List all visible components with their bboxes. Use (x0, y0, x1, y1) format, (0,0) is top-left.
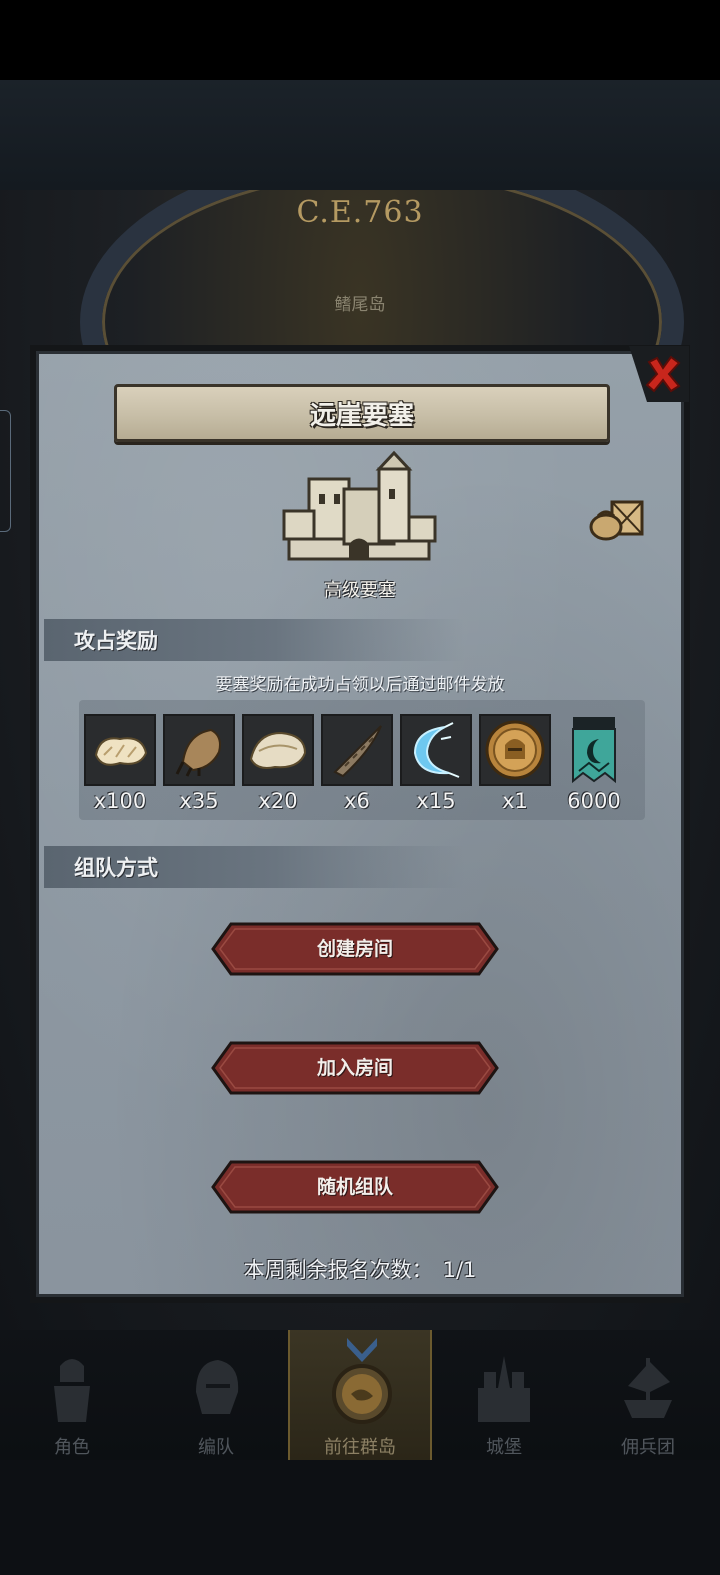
navigation-bar-bg (0, 1460, 720, 1575)
random-team-label: 随机组队 (316, 1176, 393, 1198)
nav-item-character[interactable]: 角色 (0, 1330, 144, 1460)
beast-claw-icon (175, 728, 221, 777)
dialog-title: 远崖要塞 (309, 400, 414, 431)
reward-quantity: x15 (416, 789, 456, 813)
reward-slot (242, 714, 314, 786)
reward-quantity: x35 (179, 789, 219, 813)
reward-slot (163, 714, 235, 786)
dialog-panel: 远崖要塞 高级要塞 攻占奖励 要塞奖励在成功占领以后通过邮件发放 x100 x3… (36, 346, 689, 1297)
castle-icon (478, 1356, 530, 1422)
reward-slot (558, 714, 630, 786)
reward-quantity: x100 (93, 789, 147, 813)
team-section-title: 组队方式 (74, 856, 158, 880)
nav-item-castle[interactable]: 城堡 (432, 1330, 576, 1460)
island-compass-icon (332, 1338, 392, 1424)
header-strip (0, 80, 720, 190)
reward-quantity: x6 (344, 789, 370, 813)
reward-note: 要塞奖励在成功占领以后通过邮件发放 (215, 675, 505, 695)
weekly-signup-count: 本周剩余报名次数： 1/1 (39, 1254, 681, 1284)
nav-label: 前往群岛 (324, 1437, 396, 1458)
reward-slot (479, 714, 551, 786)
signup-label: 本周剩余报名次数： (243, 1258, 433, 1282)
status-bar (0, 0, 720, 80)
reward-quantity: x1 (502, 789, 528, 813)
rewards-section-title: 攻占奖励 (74, 629, 158, 653)
join-room-button[interactable]: 加入房间 (211, 1041, 499, 1095)
team-section-header: 组队方式 (44, 846, 464, 888)
nav-label: 佣兵团 (621, 1437, 675, 1458)
reward-item[interactable]: x100 (84, 714, 156, 813)
create-room-label: 创建房间 (316, 938, 393, 960)
reward-item[interactable]: x1 (479, 714, 551, 813)
fortress-icon (282, 450, 437, 561)
knight-icon (54, 1359, 90, 1422)
rewards-section-header: 攻占奖励 (44, 619, 464, 661)
reward-slot (84, 714, 156, 786)
join-room-label: 加入房间 (316, 1057, 393, 1079)
twisted-horn-icon (333, 725, 382, 778)
frost-crescent-icon (413, 722, 460, 778)
mercenary-ship-icon (624, 1358, 672, 1418)
location-label: 鳍尾岛 (334, 295, 386, 315)
bottom-nav: 角色 编队 前往群岛 城堡 佣兵团 (0, 1330, 720, 1460)
reward-quantity: x20 (258, 789, 298, 813)
close-icon (645, 355, 681, 393)
reward-item[interactable]: x35 (163, 714, 235, 813)
nav-item-islands[interactable]: 前往群岛 (288, 1330, 432, 1460)
reward-slot (400, 714, 472, 786)
reward-slot (321, 714, 393, 786)
random-team-button[interactable]: 随机组队 (211, 1160, 499, 1214)
fortress-type-label: 高级要塞 (324, 580, 396, 601)
helmet-icon (196, 1360, 239, 1414)
reward-quantity: 6000 (567, 789, 621, 813)
banner-token-icon (572, 717, 616, 784)
close-button[interactable] (629, 346, 689, 402)
nav-label: 角色 (54, 1437, 90, 1458)
fur-pelt-icon (94, 737, 148, 766)
reward-item[interactable]: x20 (242, 714, 314, 813)
nav-item-formation[interactable]: 编队 (144, 1330, 288, 1460)
supply-crate-icon[interactable] (586, 494, 646, 542)
nav-item-mercenary[interactable]: 佣兵团 (576, 1330, 720, 1460)
era-label: C.E.763 (296, 195, 424, 230)
reward-item[interactable]: x6 (321, 714, 393, 813)
nav-label: 编队 (198, 1437, 234, 1458)
reward-item[interactable]: x15 (400, 714, 472, 813)
nav-label: 城堡 (486, 1437, 522, 1458)
reward-item[interactable]: 6000 (558, 714, 630, 813)
title-plate: 远崖要塞 (114, 384, 610, 442)
hide-scrap-icon (249, 731, 307, 769)
knight-helm-coin-icon (485, 720, 545, 780)
signup-value: 1/1 (442, 1258, 477, 1282)
side-tab[interactable] (0, 410, 11, 532)
create-room-button[interactable]: 创建房间 (211, 922, 499, 976)
fortress-dialog: 远崖要塞 高级要塞 攻占奖励 要塞奖励在成功占领以后通过邮件发放 x100 x3… (30, 345, 690, 1303)
